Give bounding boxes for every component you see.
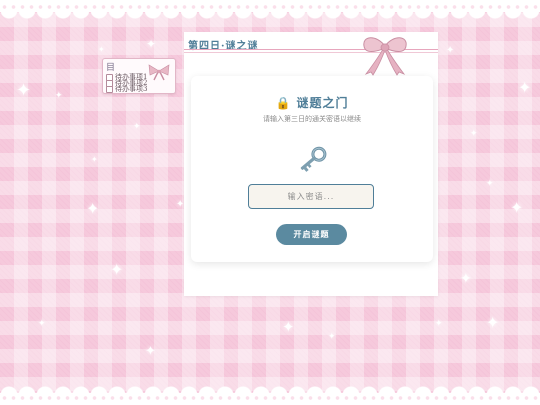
- sparkle-icon: ✦: [446, 45, 455, 56]
- bottom-lace-border: [0, 379, 540, 405]
- todo-note: 目 待办事项1 待办事项2 待办事项3: [102, 58, 176, 94]
- note-row-label: 待办事项3: [115, 85, 148, 93]
- card-subtitle: 请输入第三日的通关密语以继续: [263, 115, 361, 123]
- open-puzzle-button[interactable]: 开启谜题: [276, 224, 347, 245]
- sparkle-icon: ✦: [518, 78, 532, 97]
- sparkle-icon: ✦: [38, 319, 46, 329]
- ribbon-bow-icon: [363, 37, 407, 76]
- checkbox[interactable]: [106, 85, 113, 93]
- sparkle-icon: ✦: [435, 319, 443, 329]
- sparkle-icon: ✦: [470, 129, 478, 139]
- note-row[interactable]: 待办事项3: [106, 84, 147, 94]
- sparkle-icon: ✦: [460, 271, 472, 287]
- top-lace-border: [0, 0, 540, 26]
- key-icon: [300, 146, 327, 172]
- sparkle-icon: ✦: [98, 45, 105, 54]
- sparkle-icon: ✦: [110, 260, 124, 279]
- sparkle-icon: ✦: [146, 37, 157, 51]
- sparkle-icon: ✦: [133, 122, 141, 132]
- sparkle-icon: ✦: [486, 313, 500, 332]
- puzzle-card: 🔒 谜题之门 请输入第三日的通关密语以继续 开启谜题: [191, 76, 433, 262]
- sparkle-icon: ✦: [486, 179, 494, 189]
- sparkle-icon: ✦: [16, 80, 32, 101]
- sparkle-icon: ✦: [510, 198, 524, 217]
- sparkle-icon: ✦: [282, 318, 295, 336]
- sparkle-icon: ✦: [145, 344, 156, 359]
- sparkle-icon: ✦: [55, 91, 63, 101]
- sparkle-icon: ✦: [91, 155, 98, 164]
- card-title: 🔒 谜题之门: [275, 96, 349, 110]
- passphrase-input[interactable]: [248, 184, 374, 209]
- sparkle-icon: ✦: [86, 199, 100, 218]
- ribbon-bow-icon: [148, 64, 170, 81]
- sparkle-icon: ✦: [328, 332, 336, 342]
